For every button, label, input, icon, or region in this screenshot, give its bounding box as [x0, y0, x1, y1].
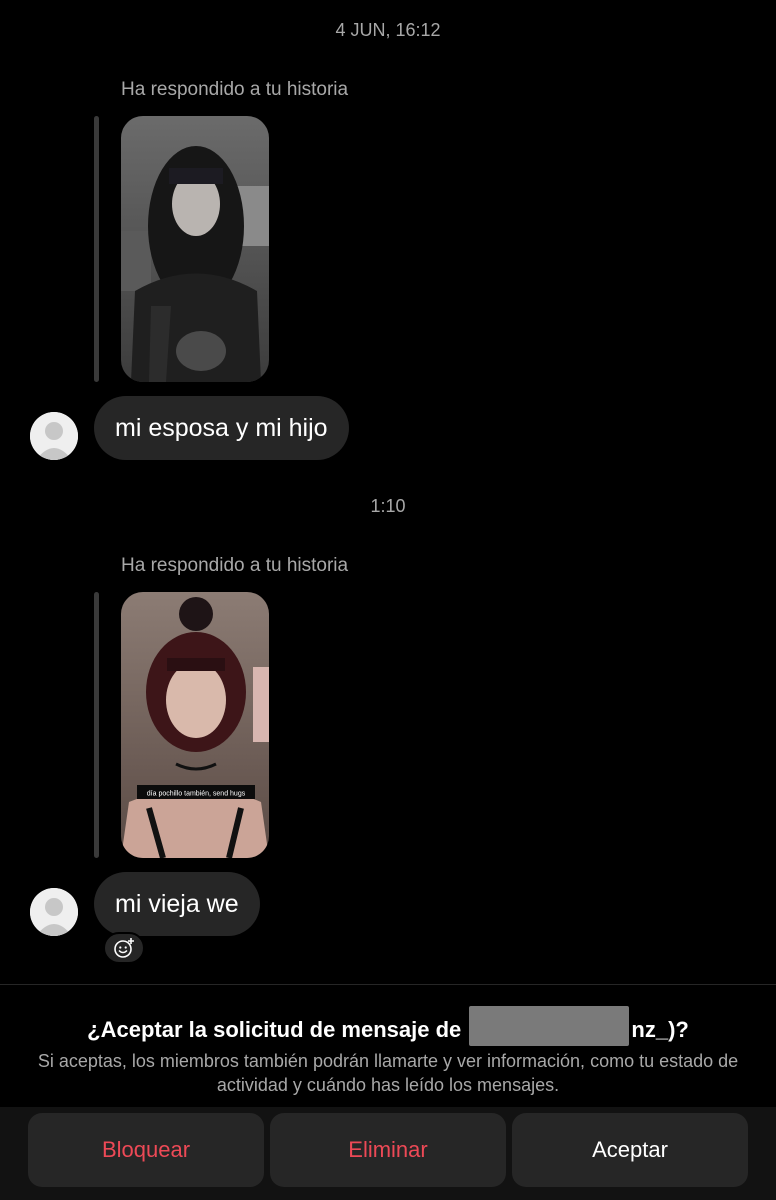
timestamp: 4 JUN, 16:12 — [335, 20, 441, 40]
redacted-username — [469, 1006, 630, 1046]
default-avatar-icon — [30, 412, 78, 460]
story-image — [121, 116, 269, 382]
story-reply-label: Ha respondido a tu historia — [121, 79, 349, 100]
message-bubble[interactable]: mi vieja we — [94, 872, 260, 936]
story-reply-label: Ha respondido a tu historia — [121, 555, 349, 576]
timestamp: 1:10 — [370, 496, 406, 516]
default-avatar-icon — [30, 888, 78, 936]
story-thumbnail[interactable]: día pochillo también, send hugs — [121, 592, 269, 858]
block-button[interactable]: Bloquear — [28, 1113, 264, 1187]
emoji-add-icon — [114, 938, 134, 958]
story-image: día pochillo también, send hugs — [121, 592, 269, 858]
story-caption-text: día pochillo también, send hugs — [147, 791, 246, 798]
request-title-suffix: nz_)? — [631, 1016, 689, 1042]
message-bubble[interactable]: mi esposa y mi hijo — [94, 396, 349, 460]
add-reaction-button[interactable] — [103, 932, 145, 964]
request-description: Si aceptas, los miembros también podrán … — [37, 1051, 739, 1095]
request-actions-bar: Bloquear Eliminar Aceptar — [0, 1107, 776, 1200]
delete-button[interactable]: Eliminar — [270, 1113, 506, 1187]
request-title-prefix: ¿Aceptar la solicitud de mensaje de — [87, 1016, 468, 1042]
sender-avatar[interactable] — [30, 888, 78, 936]
request-title: ¿Aceptar la solicitud de mensaje de nz_)… — [0, 1006, 776, 1046]
reply-indicator-bar — [94, 116, 99, 382]
story-thumbnail[interactable] — [121, 116, 269, 382]
reply-indicator-bar — [94, 592, 99, 858]
sender-avatar[interactable] — [30, 412, 78, 460]
accept-button[interactable]: Aceptar — [512, 1113, 748, 1187]
